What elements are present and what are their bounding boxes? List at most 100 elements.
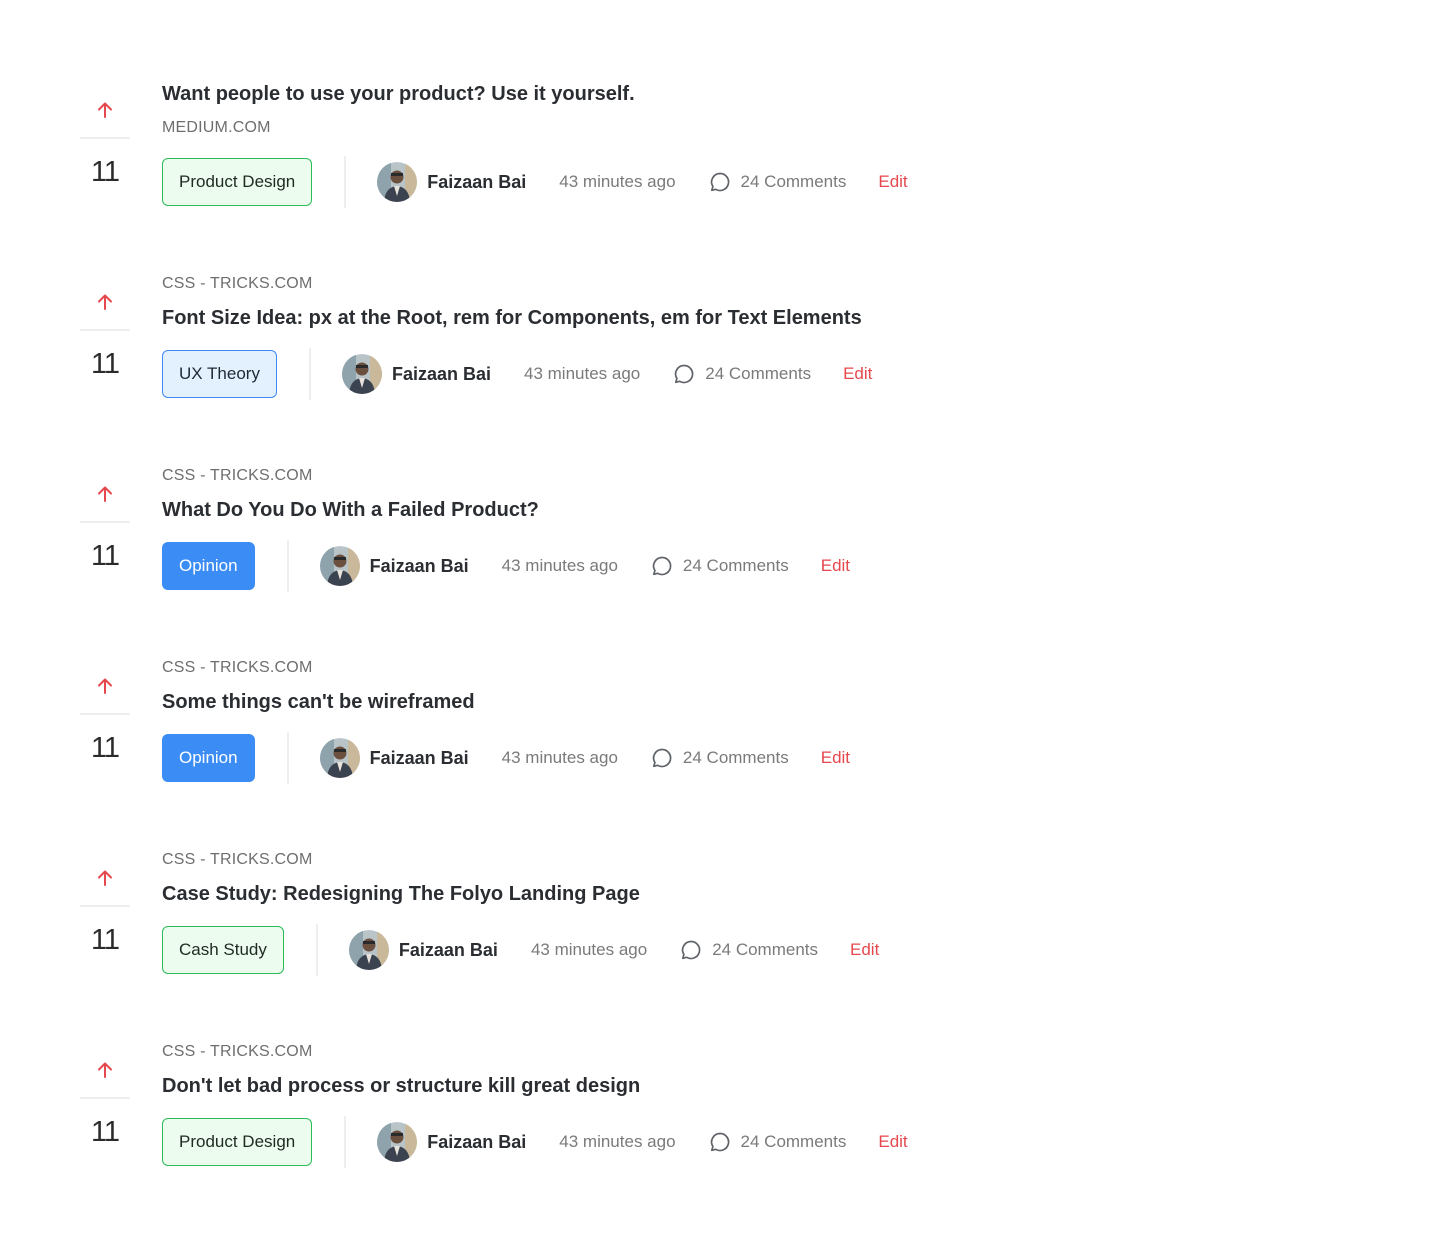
upvote-arrow-icon[interactable] xyxy=(94,99,116,121)
comments-link[interactable]: 24 Comments xyxy=(651,747,789,769)
edit-link[interactable]: Edit xyxy=(878,172,907,192)
post-item: 11 CSS - TRICKS.COM Case Study: Redesign… xyxy=(0,840,1440,1032)
avatar[interactable] xyxy=(348,930,389,970)
vote-count: 11 xyxy=(90,924,120,956)
post-title[interactable]: What Do You Do With a Failed Product? xyxy=(162,497,539,523)
avatar[interactable] xyxy=(377,162,418,202)
post-feed: 11 Want people to use your product? Use … xyxy=(0,0,1440,1248)
vote-count: 11 xyxy=(90,156,120,188)
meta-divider xyxy=(308,348,311,400)
edit-link[interactable]: Edit xyxy=(878,1132,907,1152)
post-title[interactable]: Want people to use your product? Use it … xyxy=(162,81,635,107)
post-meta: UX Theory Faizaan Bai 43 minutes ago 24 … xyxy=(162,348,872,400)
post-item: 11 CSS - TRICKS.COM Some things can't be… xyxy=(0,648,1440,840)
post-title[interactable]: Case Study: Redesigning The Folyo Landin… xyxy=(162,881,640,907)
avatar[interactable] xyxy=(319,738,360,778)
comment-bubble-icon xyxy=(673,363,705,385)
meta-divider xyxy=(315,924,318,976)
vote-count: 11 xyxy=(90,540,120,572)
vote-divider xyxy=(80,1097,130,1099)
author-name[interactable]: Faizaan Bai xyxy=(427,1132,526,1153)
edit-link[interactable]: Edit xyxy=(850,940,879,960)
comments-count: 24 Comments xyxy=(740,172,847,191)
comments-count: 24 Comments xyxy=(682,556,789,575)
upvote-arrow-icon[interactable] xyxy=(94,483,116,505)
vote-divider xyxy=(80,905,130,907)
meta-divider xyxy=(344,156,347,208)
comment-bubble-icon xyxy=(680,939,712,961)
vote-column: 11 xyxy=(80,648,130,840)
upvote-arrow-icon[interactable] xyxy=(94,1059,116,1081)
vote-count: 11 xyxy=(90,348,120,380)
avatar[interactable] xyxy=(319,546,360,586)
tag-badge[interactable]: Cash Study xyxy=(162,926,284,974)
comments-count: 24 Comments xyxy=(705,364,812,383)
vote-divider xyxy=(80,329,130,331)
vote-divider xyxy=(80,137,130,139)
post-time: 43 minutes ago xyxy=(501,748,618,767)
post-item: 11 Want people to use your product? Use … xyxy=(0,72,1440,264)
author-name[interactable]: Faizaan Bai xyxy=(427,172,526,193)
post-item: 11 CSS - TRICKS.COM What Do You Do With … xyxy=(0,456,1440,648)
tag-badge[interactable]: Product Design xyxy=(162,158,313,206)
tag-badge[interactable]: Product Design xyxy=(162,1118,313,1166)
author-name[interactable]: Faizaan Bai xyxy=(370,748,469,769)
comments-link[interactable]: 24 Comments xyxy=(651,555,789,577)
author-name[interactable]: Faizaan Bai xyxy=(392,364,491,385)
vote-column: 11 xyxy=(80,264,130,456)
post-time: 43 minutes ago xyxy=(501,556,618,575)
post-title[interactable]: Don't let bad process or structure kill … xyxy=(162,1073,640,1099)
vote-column: 11 xyxy=(80,1032,130,1224)
author-name[interactable]: Faizaan Bai xyxy=(399,940,498,961)
comments-link[interactable]: 24 Comments xyxy=(680,939,818,961)
upvote-arrow-icon[interactable] xyxy=(94,291,116,313)
vote-divider xyxy=(80,521,130,523)
edit-link[interactable]: Edit xyxy=(843,364,872,384)
post-time: 43 minutes ago xyxy=(559,172,676,191)
post-time: 43 minutes ago xyxy=(524,364,641,383)
post-source: MEDIUM.COM xyxy=(162,119,271,136)
tag-badge[interactable]: Opinion xyxy=(162,542,255,590)
tag-badge[interactable]: Opinion xyxy=(162,734,255,782)
tag-badge[interactable]: UX Theory xyxy=(162,350,277,398)
post-title[interactable]: Some things can't be wireframed xyxy=(162,689,475,715)
comments-count: 24 Comments xyxy=(740,1132,847,1151)
vote-count: 11 xyxy=(90,1116,120,1148)
post-meta: Product Design Faizaan Bai 43 minutes ag… xyxy=(162,156,908,208)
post-meta: Product Design Faizaan Bai 43 minutes ag… xyxy=(162,1116,908,1168)
edit-link[interactable]: Edit xyxy=(821,556,850,576)
comment-bubble-icon xyxy=(651,555,683,577)
avatar[interactable] xyxy=(377,1122,418,1162)
post-source: CSS - TRICKS.COM xyxy=(162,1043,313,1060)
post-time: 43 minutes ago xyxy=(559,1132,676,1151)
post-item: 11 CSS - TRICKS.COM Don't let bad proces… xyxy=(0,1032,1440,1224)
meta-divider xyxy=(286,540,289,592)
post-source: CSS - TRICKS.COM xyxy=(162,275,313,292)
post-time: 43 minutes ago xyxy=(530,940,648,959)
comments-count: 24 Comments xyxy=(682,748,789,767)
comment-bubble-icon xyxy=(651,747,683,769)
post-meta: Opinion Faizaan Bai 43 minutes ago 24 Co… xyxy=(162,540,850,592)
meta-divider xyxy=(344,1116,347,1168)
upvote-arrow-icon[interactable] xyxy=(94,867,116,889)
post-source: CSS - TRICKS.COM xyxy=(162,659,313,676)
comments-link[interactable]: 24 Comments xyxy=(709,171,847,193)
upvote-arrow-icon[interactable] xyxy=(94,675,116,697)
avatar[interactable] xyxy=(341,354,382,394)
vote-divider xyxy=(80,713,130,715)
comment-bubble-icon xyxy=(709,1131,741,1153)
post-meta: Opinion Faizaan Bai 43 minutes ago 24 Co… xyxy=(162,732,850,784)
vote-column: 11 xyxy=(80,72,130,264)
edit-link[interactable]: Edit xyxy=(821,748,850,768)
post-item: 11 CSS - TRICKS.COM Font Size Idea: px a… xyxy=(0,264,1440,456)
comment-bubble-icon xyxy=(709,171,741,193)
post-source: CSS - TRICKS.COM xyxy=(162,467,313,484)
vote-count: 11 xyxy=(90,732,120,764)
post-title[interactable]: Font Size Idea: px at the Root, rem for … xyxy=(162,305,862,331)
post-source: CSS - TRICKS.COM xyxy=(162,851,313,868)
comments-link[interactable]: 24 Comments xyxy=(709,1131,847,1153)
comments-count: 24 Comments xyxy=(712,940,819,959)
meta-divider xyxy=(286,732,289,784)
comments-link[interactable]: 24 Comments xyxy=(673,363,811,385)
author-name[interactable]: Faizaan Bai xyxy=(370,556,469,577)
